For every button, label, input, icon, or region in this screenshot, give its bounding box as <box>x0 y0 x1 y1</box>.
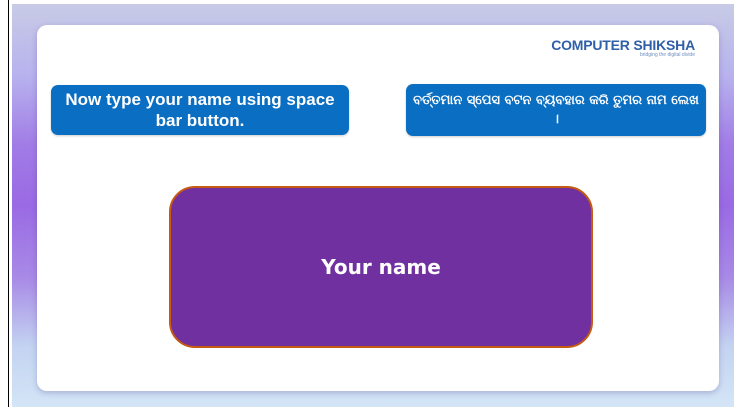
left-border-line <box>8 0 9 407</box>
your-name-box[interactable]: Your name <box>169 186 593 348</box>
computer-shiksha-logo: COMPUTER SHIKSHA bridging the digital di… <box>551 37 695 58</box>
logo-wordmark: COMPUTER SHIKSHA <box>551 37 695 53</box>
your-name-text: Your name <box>321 255 441 279</box>
slide-card: COMPUTER SHIKSHA bridging the digital di… <box>37 25 719 391</box>
slide-background: COMPUTER SHIKSHA bridging the digital di… <box>12 4 734 407</box>
instruction-odia-text: ବର୍ତ୍ତମାନ ସ୍ପେସ ବଟନ ବ୍ୟବହାର କରି ତୁମର ନାମ… <box>413 93 699 127</box>
instruction-odia: ବର୍ତ୍ତମାନ ସ୍ପେସ ବଟନ ବ୍ୟବହାର କରି ତୁମର ନାମ… <box>406 84 706 136</box>
instruction-english-text: Now type your name using space bar butto… <box>65 90 335 130</box>
instruction-english: Now type your name using space bar butto… <box>51 85 349 135</box>
